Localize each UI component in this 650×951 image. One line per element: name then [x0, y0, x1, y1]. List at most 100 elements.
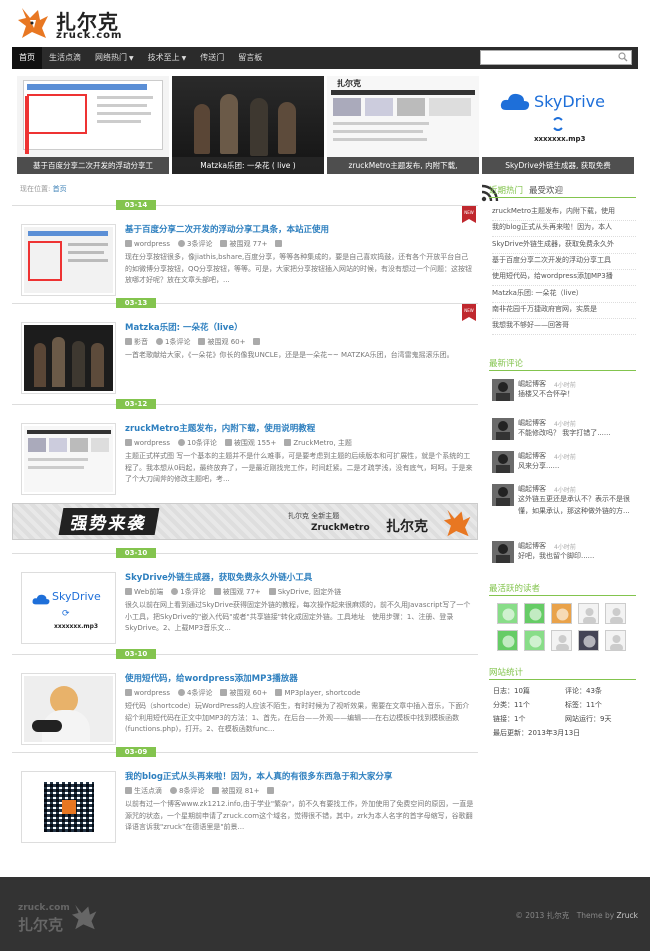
theme-author-link[interactable]: Zruck: [617, 911, 638, 920]
post-thumbnail[interactable]: [21, 771, 116, 843]
tag-icon: [268, 588, 276, 595]
post-views: 被围观 77+: [213, 588, 261, 596]
post-comments[interactable]: 1条评论: [171, 588, 206, 596]
post-tags[interactable]: SkyDrive, 固定外链: [268, 588, 341, 596]
tab-popular[interactable]: 最受欢迎: [529, 186, 563, 196]
recent-post-link[interactable]: 使用短代码，给wordpress添加MP3播: [492, 271, 636, 287]
reader-avatar[interactable]: [524, 603, 545, 624]
copyright-text: © 2013 扎尔克 Theme by: [515, 911, 617, 920]
avatar: [492, 379, 514, 401]
post-thumbnail[interactable]: [21, 673, 116, 745]
post-tags[interactable]: [267, 787, 276, 795]
slide-4[interactable]: SkyDrive xxxxxxx.mp3 SkyDrive外链生成器, 获取免费: [482, 76, 634, 174]
folder-icon: [125, 240, 132, 247]
recent-post-link[interactable]: SkyDrive外链生成器，获取免费永久外: [492, 239, 636, 254]
banner-headline: 强势来袭: [58, 508, 160, 535]
post-views: 被围观 81+: [212, 787, 259, 795]
search-icon[interactable]: [618, 52, 628, 62]
post-tags[interactable]: [253, 338, 262, 346]
post-category[interactable]: wordpress: [125, 689, 170, 697]
post-tags[interactable]: ZruckMetro, 主题: [284, 439, 352, 447]
slide-2[interactable]: Matzka乐团: 一朵花 ( live ): [172, 76, 324, 174]
post-date: 03-09: [116, 747, 156, 757]
nav-item-3[interactable]: 技术至上 ▼: [141, 47, 194, 69]
post-comments[interactable]: 4条评论: [177, 689, 212, 697]
post-category[interactable]: 影音: [125, 338, 148, 346]
post-excerpt: 很久以前在网上看到通过SkyDrive获得固定外链的教程，每次操作起来很麻烦的，…: [125, 601, 471, 633]
theme-banner[interactable]: 强势来袭 扎尔克 全新主题 ZruckMetro 扎尔克: [12, 503, 478, 540]
slide-3[interactable]: 扎尔克 zruckMetro主题发布, 内附下载,: [327, 76, 479, 174]
post-tags[interactable]: MP3player, shortcode: [275, 689, 361, 697]
post-comments[interactable]: 8条评论: [170, 787, 204, 795]
breadcrumb-home-link[interactable]: 首页: [53, 185, 67, 193]
post-thumbnail[interactable]: [21, 224, 116, 296]
footer-logo-text: 扎尔克: [18, 916, 64, 934]
reader-avatar[interactable]: [578, 630, 599, 651]
post-views-label: 被围观 155+: [233, 439, 277, 447]
folder-icon: [125, 338, 132, 345]
slide-1[interactable]: 基于百度分享二次开发的浮动分享工: [17, 76, 169, 174]
post-title[interactable]: 我的blog正式从头再来啦！因为，本人真的有很多东西急于和大家分享: [125, 770, 392, 782]
eye-icon: [212, 787, 220, 794]
post-thumbnail[interactable]: SkyDrive ⟳ xxxxxxx.mp3: [21, 572, 116, 644]
post-comments[interactable]: 3条评论: [177, 240, 212, 248]
site-logo[interactable]: 扎尔克 zruck.com: [18, 4, 158, 44]
reader-avatar[interactable]: [578, 603, 599, 624]
reader-avatar[interactable]: [605, 630, 626, 651]
recent-post-link[interactable]: zruckMetro主题发布，内附下载，使用: [492, 206, 636, 221]
eye-icon: [220, 240, 228, 247]
reader-avatar[interactable]: [524, 630, 545, 651]
avatar: [492, 484, 514, 506]
logo-domain: zruck.com: [56, 30, 123, 41]
comment-icon: [177, 689, 185, 696]
reader-avatar[interactable]: [551, 603, 572, 624]
post-title[interactable]: 基于百度分享二次开发的浮动分享工具条，本站正使用: [125, 223, 329, 235]
folder-icon: [125, 588, 132, 595]
comment-time: 4小时前: [554, 382, 576, 389]
footer-logo-domain: zruck.com: [18, 903, 70, 913]
post-title[interactable]: zruckMetro主题发布，内附下载，使用说明教程: [125, 422, 315, 434]
recent-post-link[interactable]: 基于百度分享二次开发的浮动分享工具: [492, 255, 636, 270]
post-category[interactable]: wordpress: [125, 240, 170, 248]
nav-item-4[interactable]: 传送门: [193, 47, 231, 69]
comment-text: 风来分享......: [518, 462, 560, 470]
reader-avatar[interactable]: [497, 603, 518, 624]
post-title[interactable]: SkyDrive外链生成器，获取免费永久外链小工具: [125, 571, 312, 583]
stat-last-updated: 最后更新：2013年3月13日: [493, 729, 581, 737]
tab-recent[interactable]: 近期热门: [489, 186, 523, 196]
tag-icon: [275, 689, 283, 696]
avatar: [492, 541, 514, 563]
post-title[interactable]: Matzka乐团: 一朵花（live）: [125, 321, 243, 333]
post-meta: 影音 1条评论 被围观 60+: [125, 337, 270, 347]
post-comments[interactable]: 10条评论: [177, 439, 217, 447]
nav-item-5[interactable]: 留言板: [231, 47, 269, 69]
post-category[interactable]: wordpress: [125, 439, 170, 447]
comment-author: 崛起博客: [518, 542, 546, 550]
date-divider: 03-12: [12, 399, 478, 409]
comment-text: 这外链五更还是承认不？表示不是很懂，如果承认，那这种做外链的方...: [518, 495, 630, 515]
recent-post-link[interactable]: 我想我不够好——回答哥: [492, 320, 636, 336]
footer-logo[interactable]: zruck.com 扎尔克: [18, 895, 98, 935]
post-date: 03-14: [116, 200, 156, 210]
avatar: [492, 418, 514, 440]
svg-text:NEW: NEW: [464, 308, 474, 313]
recent-post-link[interactable]: 我的blog正式从头再来啦！因为，本人: [492, 222, 636, 238]
post-comments[interactable]: 1条评论: [156, 338, 190, 346]
nav-item-2[interactable]: 网络热门 ▼: [88, 47, 141, 69]
post-thumbnail[interactable]: [21, 322, 116, 394]
post-thumbnail[interactable]: [21, 423, 116, 495]
post-category[interactable]: Web前端: [125, 588, 163, 596]
post-category[interactable]: 生活点滴: [125, 787, 162, 795]
reader-avatar[interactable]: [551, 630, 572, 651]
banner-theme-name: ZruckMetro: [311, 523, 370, 533]
reader-avatar[interactable]: [605, 603, 626, 624]
eye-icon: [224, 439, 232, 446]
reader-avatar[interactable]: [497, 630, 518, 651]
nav-item-0[interactable]: 首页: [12, 47, 42, 69]
recent-post-link[interactable]: 南非花园千万捷政府官网，实质是: [492, 304, 636, 319]
post-tags[interactable]: [275, 240, 284, 248]
nav-item-1[interactable]: 生活点滴: [42, 47, 88, 69]
recent-post-link[interactable]: Matzka乐团: 一朵花（live）: [492, 288, 636, 303]
search-input[interactable]: [480, 50, 632, 65]
post-title[interactable]: 使用短代码，给wordpress添加MP3播放器: [125, 672, 298, 684]
